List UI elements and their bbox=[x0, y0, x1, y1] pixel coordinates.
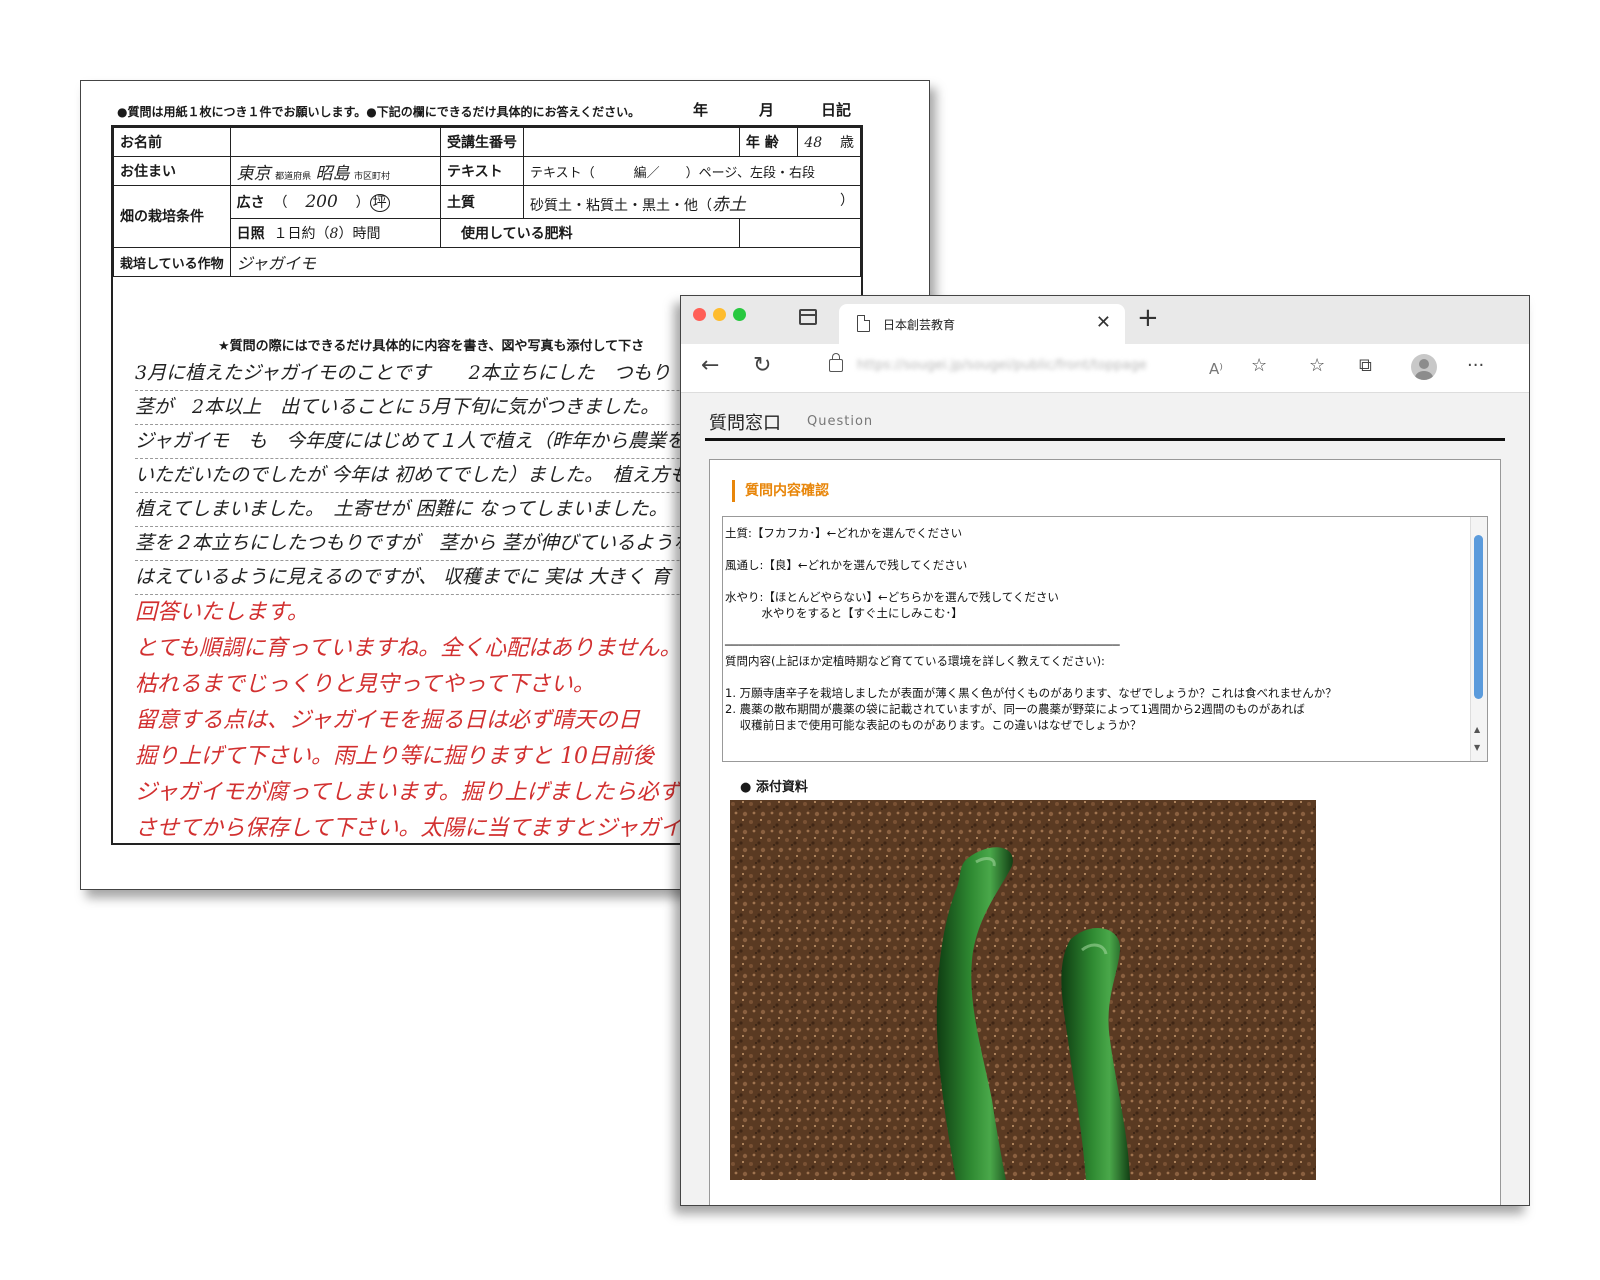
page-title: 質問窓口 bbox=[709, 413, 781, 434]
sun-field: 日照 １日約（8）時間 bbox=[229, 218, 442, 248]
student-no-field bbox=[523, 127, 740, 157]
date-day-label: 日記 bbox=[821, 101, 852, 119]
form-header-table: お名前 受講生番号 年 齢 48 歳 お住まい 東京 都道府県 昭島 市区町村 bbox=[113, 127, 862, 277]
reload-icon[interactable]: ↻ bbox=[753, 354, 771, 378]
student-no-label: 受講生番号 bbox=[440, 127, 524, 157]
heading-divider bbox=[705, 438, 1505, 441]
crop-label: 栽培している作物 bbox=[113, 247, 231, 277]
browser-toolbar: ← ↻ https://sougei.jp/sougei/public/fron… bbox=[681, 344, 1529, 393]
name-field bbox=[229, 127, 442, 157]
address-pref-suffix: 都道府県 bbox=[275, 171, 312, 182]
name-label: お名前 bbox=[113, 127, 231, 157]
more-icon[interactable]: ··· bbox=[1467, 354, 1484, 378]
attachment-label: ● 添付資料 bbox=[740, 780, 808, 795]
scroll-down-icon[interactable]: ▼ bbox=[1474, 743, 1480, 752]
crop-value: ジャガイモ bbox=[236, 254, 316, 273]
close-window-button[interactable] bbox=[693, 308, 706, 321]
browser-tab[interactable]: 日本創芸教育 ✕ bbox=[839, 304, 1125, 344]
soil-label: 土質 bbox=[440, 185, 524, 219]
age-unit: 歳 bbox=[840, 135, 854, 151]
minimize-window-button[interactable] bbox=[713, 308, 726, 321]
lock-icon[interactable] bbox=[829, 353, 843, 372]
address-pref: 東京 bbox=[236, 163, 271, 184]
address-label: お住まい bbox=[113, 156, 231, 186]
close-icon[interactable]: ✕ bbox=[1096, 312, 1111, 333]
age-value: 48 bbox=[804, 135, 823, 151]
add-favorite-icon[interactable]: ☆ bbox=[1251, 354, 1267, 378]
date-year-label: 年 bbox=[693, 101, 709, 119]
address-bar[interactable]: https://sougei.jp/sougei/public/front/to… bbox=[857, 358, 1147, 373]
conditions-label: 畑の栽培条件 bbox=[113, 185, 231, 248]
question-panel: 質問内容確認 土質:【フカフカ･】←どれかを選んでください 風通し:【良】←どれ… bbox=[709, 459, 1501, 1205]
question-textarea[interactable]: 土質:【フカフカ･】←どれかを選んでください 風通し:【良】←どれかを選んで残し… bbox=[722, 516, 1488, 762]
text-field: テキスト（ 編／ ）ページ、左段・右段 bbox=[523, 156, 861, 186]
back-icon[interactable]: ← bbox=[701, 354, 719, 378]
title-bar: 日本創芸教育 ✕ + bbox=[681, 296, 1529, 344]
soil-field: 砂質土・粘質土・黒土・他（赤土 ） bbox=[523, 185, 861, 219]
area-label: 広さ bbox=[236, 195, 265, 211]
date-month-label: 月 bbox=[759, 101, 775, 119]
sun-label: 日照 bbox=[236, 226, 265, 242]
zoom-window-button[interactable] bbox=[733, 308, 746, 321]
address-field: 東京 都道府県 昭島 市区町村 bbox=[229, 156, 442, 186]
form-instructions: ●質問は用紙１枚につき１件でお願いします。●下記の欄にできるだけ具体的にお答えく… bbox=[117, 105, 641, 119]
text-label: テキスト bbox=[440, 156, 524, 186]
collections-icon[interactable]: ⧉ bbox=[1359, 354, 1372, 378]
page-subtitle: Question bbox=[807, 414, 874, 429]
area-unit: 坪 bbox=[369, 194, 390, 212]
address-city: 昭島 bbox=[315, 163, 350, 184]
soil-hand-value: 赤土 bbox=[712, 194, 746, 215]
attachment-photo bbox=[730, 800, 1316, 1180]
profile-icon[interactable] bbox=[1411, 354, 1437, 380]
page-content: 質問窓口 Question 質問内容確認 土質:【フカフカ･】←どれかを選んでく… bbox=[681, 393, 1529, 1205]
read-aloud-icon[interactable]: A⁾ bbox=[1209, 357, 1223, 381]
sun-suffix: ）時間 bbox=[338, 226, 381, 242]
area-value: 200 bbox=[305, 192, 338, 212]
age-field: 48 歳 bbox=[797, 127, 861, 157]
address-city-suffix: 市区町村 bbox=[354, 171, 391, 182]
section-title: 質問内容確認 bbox=[732, 480, 829, 502]
document-icon bbox=[857, 315, 870, 332]
new-tab-icon[interactable]: + bbox=[1137, 304, 1159, 332]
tab-title: 日本創芸教育 bbox=[883, 318, 956, 332]
form-hint: ★質問の際にはできるだけ具体的に内容を書き、図や写真も添付して下さ bbox=[218, 339, 645, 354]
sun-prefix: １日約（ bbox=[273, 226, 330, 242]
fertilizer-field bbox=[738, 218, 862, 248]
fertilizer-label: 使用している肥料 bbox=[440, 218, 740, 248]
question-text: 土質:【フカフカ･】←どれかを選んでください 風通し:【良】←どれかを選んで残し… bbox=[725, 526, 1337, 732]
scrollbar-thumb[interactable] bbox=[1474, 535, 1483, 699]
age-label: 年 齢 bbox=[738, 127, 799, 157]
scroll-up-icon[interactable]: ▲ bbox=[1474, 725, 1480, 734]
area-field: 広さ （ 200 ）坪 bbox=[229, 185, 442, 219]
favorites-icon[interactable]: ☆ bbox=[1309, 354, 1325, 378]
scrollbar[interactable]: ▲ ▼ bbox=[1470, 517, 1487, 761]
crop-field: ジャガイモ bbox=[229, 247, 862, 277]
soil-options: 砂質土・粘質土・黒土・他（ bbox=[530, 197, 712, 214]
soil-close: ） bbox=[840, 192, 854, 209]
browser-window: 日本創芸教育 ✕ + ← ↻ https://sougei.jp/sougei/… bbox=[680, 295, 1530, 1206]
tab-actions-icon[interactable] bbox=[799, 309, 817, 325]
